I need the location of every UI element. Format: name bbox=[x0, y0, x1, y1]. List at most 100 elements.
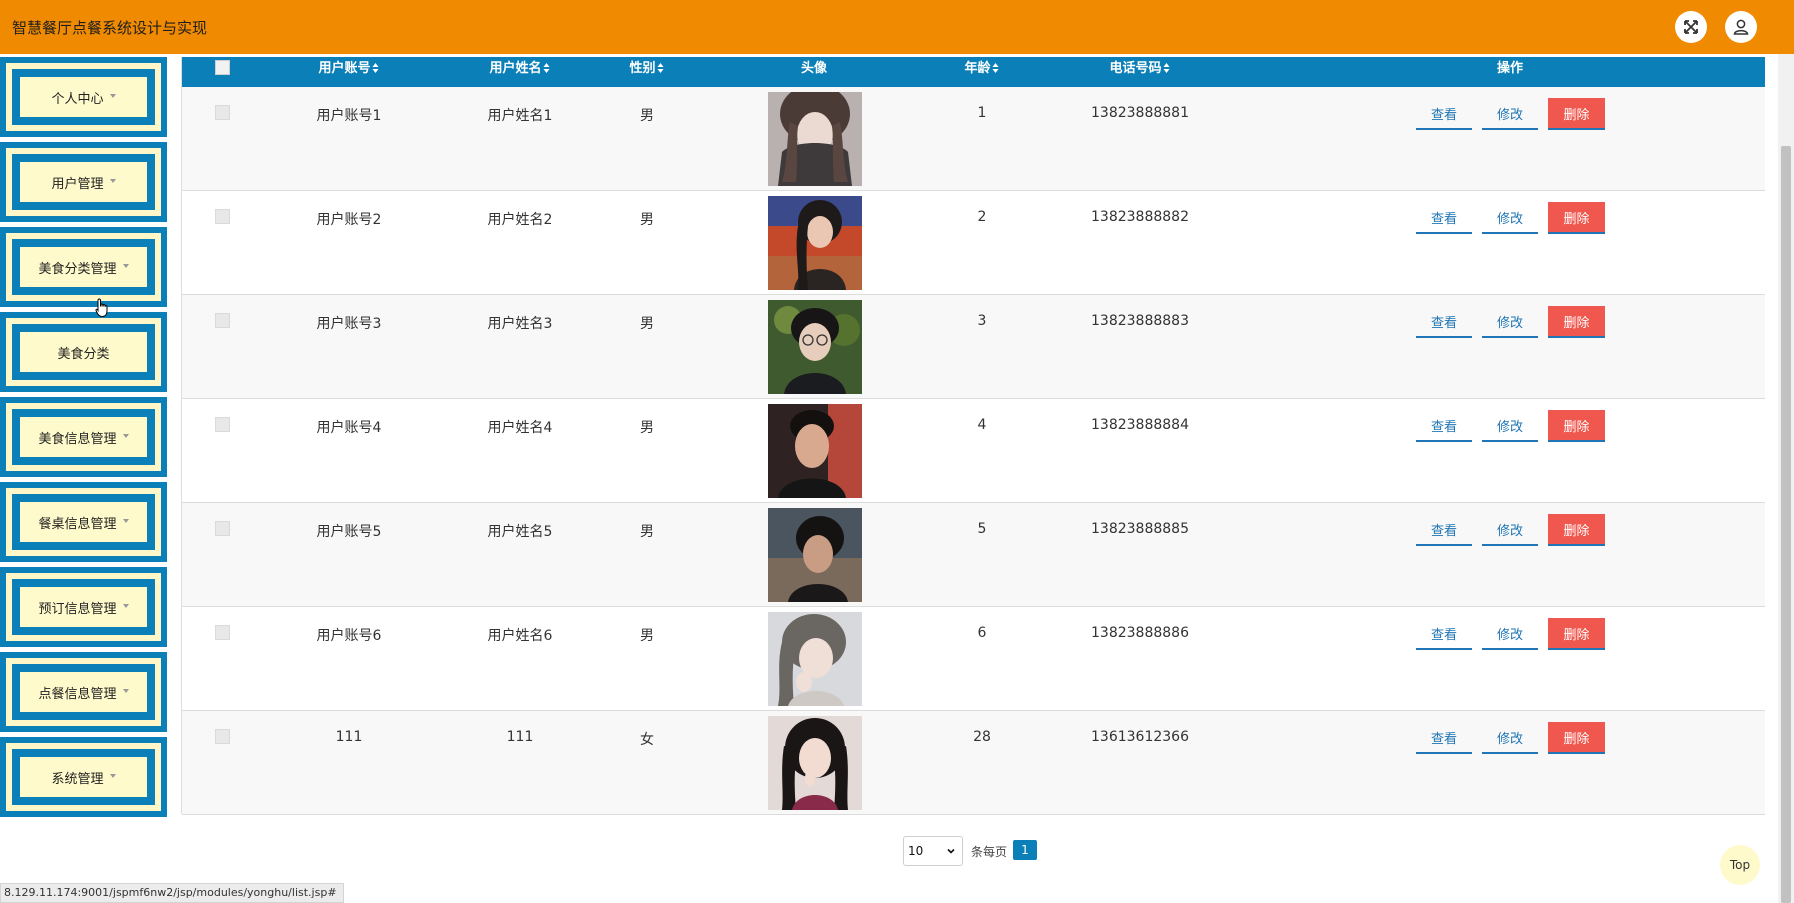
sidebar-item-label: 系统管理 bbox=[51, 771, 104, 787]
cell-name: 111 bbox=[506, 729, 534, 745]
back-to-top-button[interactable]: Top bbox=[1720, 845, 1760, 885]
view-button[interactable]: 查看 bbox=[1416, 306, 1472, 338]
sidebar-item-label: 用户管理 bbox=[51, 176, 104, 192]
table-row: 用户账号2 用户姓名2 男 2 13823888882 查看 修改 删除 bbox=[182, 191, 1765, 295]
sidebar-item-food-info-management[interactable]: 美食信息管理 bbox=[0, 397, 167, 477]
cell-account: 用户账号4 bbox=[316, 420, 382, 436]
chevron-down-icon bbox=[109, 774, 116, 778]
view-button[interactable]: 查看 bbox=[1416, 618, 1472, 650]
cell-phone: 13823888884 bbox=[1091, 417, 1189, 433]
sidebar-item-label: 美食分类管理 bbox=[38, 261, 117, 277]
chevron-down-icon bbox=[122, 519, 129, 523]
sidebar-item-table-info-management[interactable]: 餐桌信息管理 bbox=[0, 482, 167, 562]
sidebar-item-label: 美食信息管理 bbox=[38, 431, 117, 447]
column-header-account[interactable]: 用户账号 bbox=[318, 57, 379, 87]
column-header-gender[interactable]: 性别 bbox=[629, 57, 664, 87]
delete-button[interactable]: 删除 bbox=[1548, 306, 1605, 338]
cell-account: 用户账号2 bbox=[316, 212, 382, 228]
sort-icon bbox=[372, 63, 380, 73]
edit-button[interactable]: 修改 bbox=[1482, 722, 1538, 754]
table-row: 用户账号3 用户姓名3 男 3 13823888883 查看 修改 删除 bbox=[182, 295, 1765, 399]
fullscreen-button[interactable] bbox=[1675, 11, 1707, 43]
table-row: 用户账号5 用户姓名5 男 5 13823888885 查看 修改 删除 bbox=[182, 503, 1765, 607]
cell-name: 用户姓名5 bbox=[487, 524, 553, 540]
avatar bbox=[768, 508, 862, 602]
chevron-down-icon bbox=[109, 179, 116, 183]
row-checkbox[interactable] bbox=[215, 105, 230, 120]
column-header-age[interactable]: 年龄 bbox=[964, 57, 999, 87]
view-button[interactable]: 查看 bbox=[1416, 98, 1472, 130]
cell-phone: 13823888882 bbox=[1091, 209, 1189, 225]
top-header: 智慧餐厅点餐系统设计与实现 bbox=[0, 0, 1794, 54]
table-header: 用户账号 用户姓名 性别 头像 年龄 电话号码 操作 bbox=[182, 57, 1765, 87]
page-scrollbar[interactable] bbox=[1778, 54, 1794, 903]
cell-account: 用户账号1 bbox=[316, 108, 382, 124]
cell-age: 3 bbox=[977, 313, 987, 329]
table-row: 用户账号6 用户姓名6 男 6 13823888886 查看 修改 删除 bbox=[182, 607, 1765, 711]
user-icon bbox=[1733, 19, 1749, 35]
sort-icon bbox=[543, 63, 551, 73]
chevron-down-icon bbox=[122, 434, 129, 438]
view-button[interactable]: 查看 bbox=[1416, 202, 1472, 234]
edit-button[interactable]: 修改 bbox=[1482, 618, 1538, 650]
cell-phone: 13613612366 bbox=[1091, 729, 1189, 745]
row-checkbox[interactable] bbox=[215, 417, 230, 432]
cell-age: 2 bbox=[977, 209, 987, 225]
delete-button[interactable]: 删除 bbox=[1548, 618, 1605, 650]
cell-age: 4 bbox=[977, 417, 987, 433]
sidebar-item-order-management[interactable]: 点餐信息管理 bbox=[0, 652, 167, 732]
sidebar-item-personal-center[interactable]: 个人中心 bbox=[0, 57, 167, 137]
cell-gender: 男 bbox=[640, 524, 654, 540]
edit-button[interactable]: 修改 bbox=[1482, 306, 1538, 338]
cell-name: 用户姓名2 bbox=[487, 212, 553, 228]
column-header-avatar: 头像 bbox=[800, 61, 828, 76]
sidebar-item-food-category[interactable]: 美食分类 bbox=[0, 312, 167, 392]
edit-button[interactable]: 修改 bbox=[1482, 98, 1538, 130]
view-button[interactable]: 查看 bbox=[1416, 410, 1472, 442]
cell-gender: 男 bbox=[640, 316, 654, 332]
row-checkbox[interactable] bbox=[215, 729, 230, 744]
row-checkbox[interactable] bbox=[215, 209, 230, 224]
per-page-label: 条每页 bbox=[971, 845, 1008, 859]
avatar bbox=[768, 716, 862, 810]
table-row: 用户账号4 用户姓名4 男 4 13823888884 查看 修改 删除 bbox=[182, 399, 1765, 503]
row-checkbox[interactable] bbox=[215, 521, 230, 536]
sidebar-item-food-category-management[interactable]: 美食分类管理 bbox=[0, 227, 167, 307]
view-button[interactable]: 查看 bbox=[1416, 722, 1472, 754]
sidebar-item-user-management[interactable]: 用户管理 bbox=[0, 142, 167, 222]
cell-gender: 女 bbox=[640, 732, 654, 748]
cell-phone: 13823888885 bbox=[1091, 521, 1189, 537]
chevron-down-icon bbox=[122, 689, 129, 693]
delete-button[interactable]: 删除 bbox=[1548, 514, 1605, 546]
avatar bbox=[768, 300, 862, 394]
table-row: 用户账号1 用户姓名1 男 1 13823888881 查看 修改 删除 bbox=[182, 87, 1765, 191]
cell-age: 28 bbox=[973, 729, 991, 745]
page-number-button[interactable]: 1 bbox=[1013, 840, 1037, 860]
chevron-down-icon bbox=[109, 94, 116, 98]
delete-button[interactable]: 删除 bbox=[1548, 98, 1605, 130]
sort-icon bbox=[992, 63, 1000, 73]
delete-button[interactable]: 删除 bbox=[1548, 202, 1605, 234]
delete-button[interactable]: 删除 bbox=[1548, 722, 1605, 754]
page-size-select[interactable]: 10 bbox=[903, 836, 963, 866]
sort-icon bbox=[657, 63, 665, 73]
row-checkbox[interactable] bbox=[215, 625, 230, 640]
edit-button[interactable]: 修改 bbox=[1482, 410, 1538, 442]
user-menu-button[interactable] bbox=[1725, 11, 1757, 43]
scrollbar-thumb[interactable] bbox=[1781, 146, 1791, 903]
sidebar-item-label: 餐桌信息管理 bbox=[38, 516, 117, 532]
edit-button[interactable]: 修改 bbox=[1482, 514, 1538, 546]
column-header-name[interactable]: 用户姓名 bbox=[489, 57, 550, 87]
cell-phone: 13823888883 bbox=[1091, 313, 1189, 329]
view-button[interactable]: 查看 bbox=[1416, 514, 1472, 546]
row-checkbox[interactable] bbox=[215, 313, 230, 328]
status-url: 8.129.11.174:9001/jspmf6nw2/jsp/modules/… bbox=[0, 883, 344, 903]
table-row: 111 111 女 28 13613612366 查看 修改 删除 bbox=[182, 711, 1765, 815]
edit-button[interactable]: 修改 bbox=[1482, 202, 1538, 234]
column-header-phone[interactable]: 电话号码 bbox=[1109, 57, 1170, 87]
sidebar-item-system-management[interactable]: 系统管理 bbox=[0, 737, 167, 817]
sidebar-item-reservation-management[interactable]: 预订信息管理 bbox=[0, 567, 167, 647]
avatar bbox=[768, 612, 862, 706]
select-all-checkbox[interactable] bbox=[215, 60, 230, 75]
delete-button[interactable]: 删除 bbox=[1548, 410, 1605, 442]
